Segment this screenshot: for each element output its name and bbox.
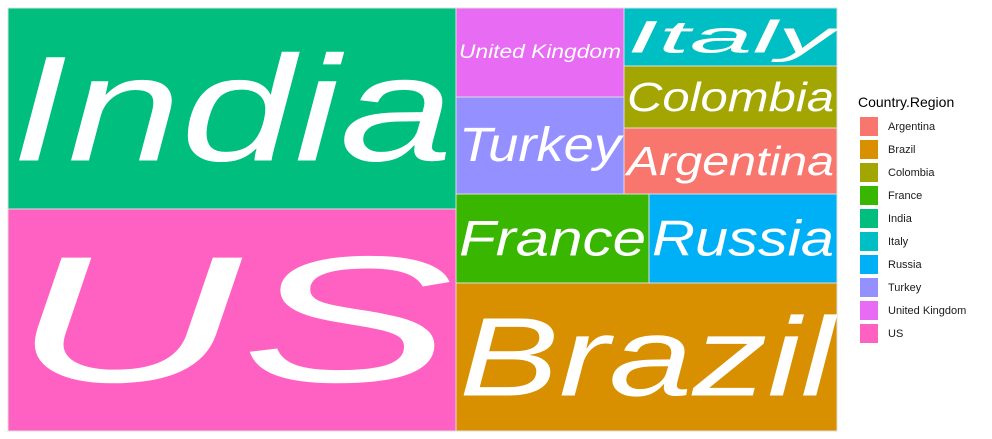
legend-item-us: US xyxy=(860,324,903,343)
legend-item-france: France xyxy=(860,186,922,205)
tile-argentina: Argentina xyxy=(623,127,838,195)
legend: Country.Region Argentina Brazil Colombia Fr… xyxy=(858,94,966,343)
legend-swatch-argentina xyxy=(860,117,878,136)
tile-label-united-kingdom: United Kingdom xyxy=(459,42,621,63)
legend-item-united-kingdom: United Kingdom xyxy=(860,301,966,320)
legend-swatch-italy xyxy=(860,232,878,251)
tile-brazil: Brazil xyxy=(455,282,838,432)
tile-india: India xyxy=(7,7,457,210)
tile-label-turkey: Turkey xyxy=(459,119,624,172)
legend-swatch-france xyxy=(860,186,878,205)
legend-label-russia: Russia xyxy=(888,259,923,271)
treemap-chart: USIndiaBrazilFrance RussiaTurkeyUnited Ki… xyxy=(7,7,966,432)
legend-label-united-kingdom: United Kingdom xyxy=(888,305,966,317)
tile-italy: Italy xyxy=(623,7,840,67)
tile-russia: Russia xyxy=(648,193,838,284)
legend-item-turkey: Turkey xyxy=(860,278,922,297)
legend-label-us: US xyxy=(888,328,903,340)
tile-label-russia: Russia xyxy=(652,211,834,267)
legend-swatch-united-kingdom xyxy=(860,301,878,320)
tile-label-argentina: Argentina xyxy=(623,138,834,184)
legend-swatch-us xyxy=(860,324,878,343)
legend-item-brazil: Brazil xyxy=(860,140,916,159)
legend-swatch-turkey xyxy=(860,278,878,297)
legend-item-india: India xyxy=(860,209,913,228)
legend-swatch-colombia xyxy=(860,163,878,182)
legend-item-colombia: Colombia xyxy=(860,163,935,182)
tile-label-us: US xyxy=(11,220,453,421)
legend-label-colombia: Colombia xyxy=(888,167,935,179)
legend-label-argentina: Argentina xyxy=(888,121,936,133)
legend-swatch-india xyxy=(860,209,878,228)
tile-united-kingdom: United Kingdom xyxy=(455,7,625,98)
legend-swatch-russia xyxy=(860,255,878,274)
tile-label-colombia: Colombia xyxy=(627,74,834,120)
legend-item-argentina: Argentina xyxy=(860,117,936,136)
legend-item-russia: Russia xyxy=(860,255,923,274)
legend-label-brazil: Brazil xyxy=(888,144,916,156)
legend-swatch-brazil xyxy=(860,140,878,159)
tile-label-france: France xyxy=(459,211,646,267)
tile-label-india: India xyxy=(11,25,453,193)
tile-turkey: Turkey xyxy=(455,96,625,195)
legend-label-italy: Italy xyxy=(888,236,909,248)
tile-label-italy: Italy xyxy=(627,12,840,63)
tile-us: US xyxy=(7,208,457,432)
legend-title: Country.Region xyxy=(858,94,954,110)
tile-france: France xyxy=(455,193,650,284)
legend-label-india: India xyxy=(888,213,913,225)
legend-label-turkey: Turkey xyxy=(888,282,922,294)
treemap-tiles: US IndiaBrazil France Russia Turkey United Ki… xyxy=(7,7,840,432)
tile-colombia: Colombia xyxy=(623,65,838,129)
legend-label-france: France xyxy=(888,190,922,202)
tile-label-brazil: Brazil xyxy=(459,295,838,420)
legend-item-italy: Italy xyxy=(860,232,909,251)
